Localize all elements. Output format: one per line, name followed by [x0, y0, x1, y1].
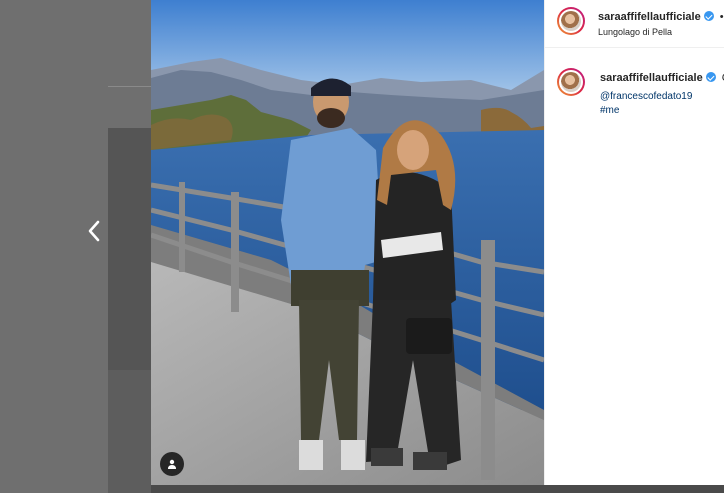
avatar-photo [561, 11, 581, 31]
post-photo[interactable] [151, 0, 544, 485]
avatar[interactable] [557, 7, 585, 35]
chevron-left-icon [88, 220, 100, 242]
background-post-thumbnail-lower [108, 370, 151, 493]
separator-dot: • [719, 11, 724, 23]
verified-badge-icon [703, 11, 714, 22]
verified-badge-icon [705, 72, 716, 83]
tagged-users-button[interactable] [160, 452, 184, 476]
background-strip [151, 485, 724, 493]
user-tag-icon [168, 459, 176, 469]
post-username[interactable]: saraaffifellaufficiale • [598, 11, 724, 23]
avatar-photo [561, 72, 581, 92]
background-divider [108, 86, 151, 87]
caption-avatar[interactable] [557, 68, 585, 96]
caption-hashtag-link[interactable]: #me [600, 104, 692, 118]
caption-text: @francescofedato19 #me [600, 90, 692, 118]
background-post-thumbnail [108, 128, 151, 370]
previous-post-button[interactable] [84, 218, 104, 244]
caption-mention-link[interactable]: @francescofedato19 [600, 90, 692, 104]
post-header: saraaffifellaufficiale • Lungolago di Pe… [545, 0, 724, 48]
caption-username[interactable]: saraaffifellaufficiale C [600, 72, 724, 84]
post-side-panel: saraaffifellaufficiale • Lungolago di Pe… [544, 0, 724, 485]
post-location[interactable]: Lungolago di Pella [598, 27, 672, 37]
